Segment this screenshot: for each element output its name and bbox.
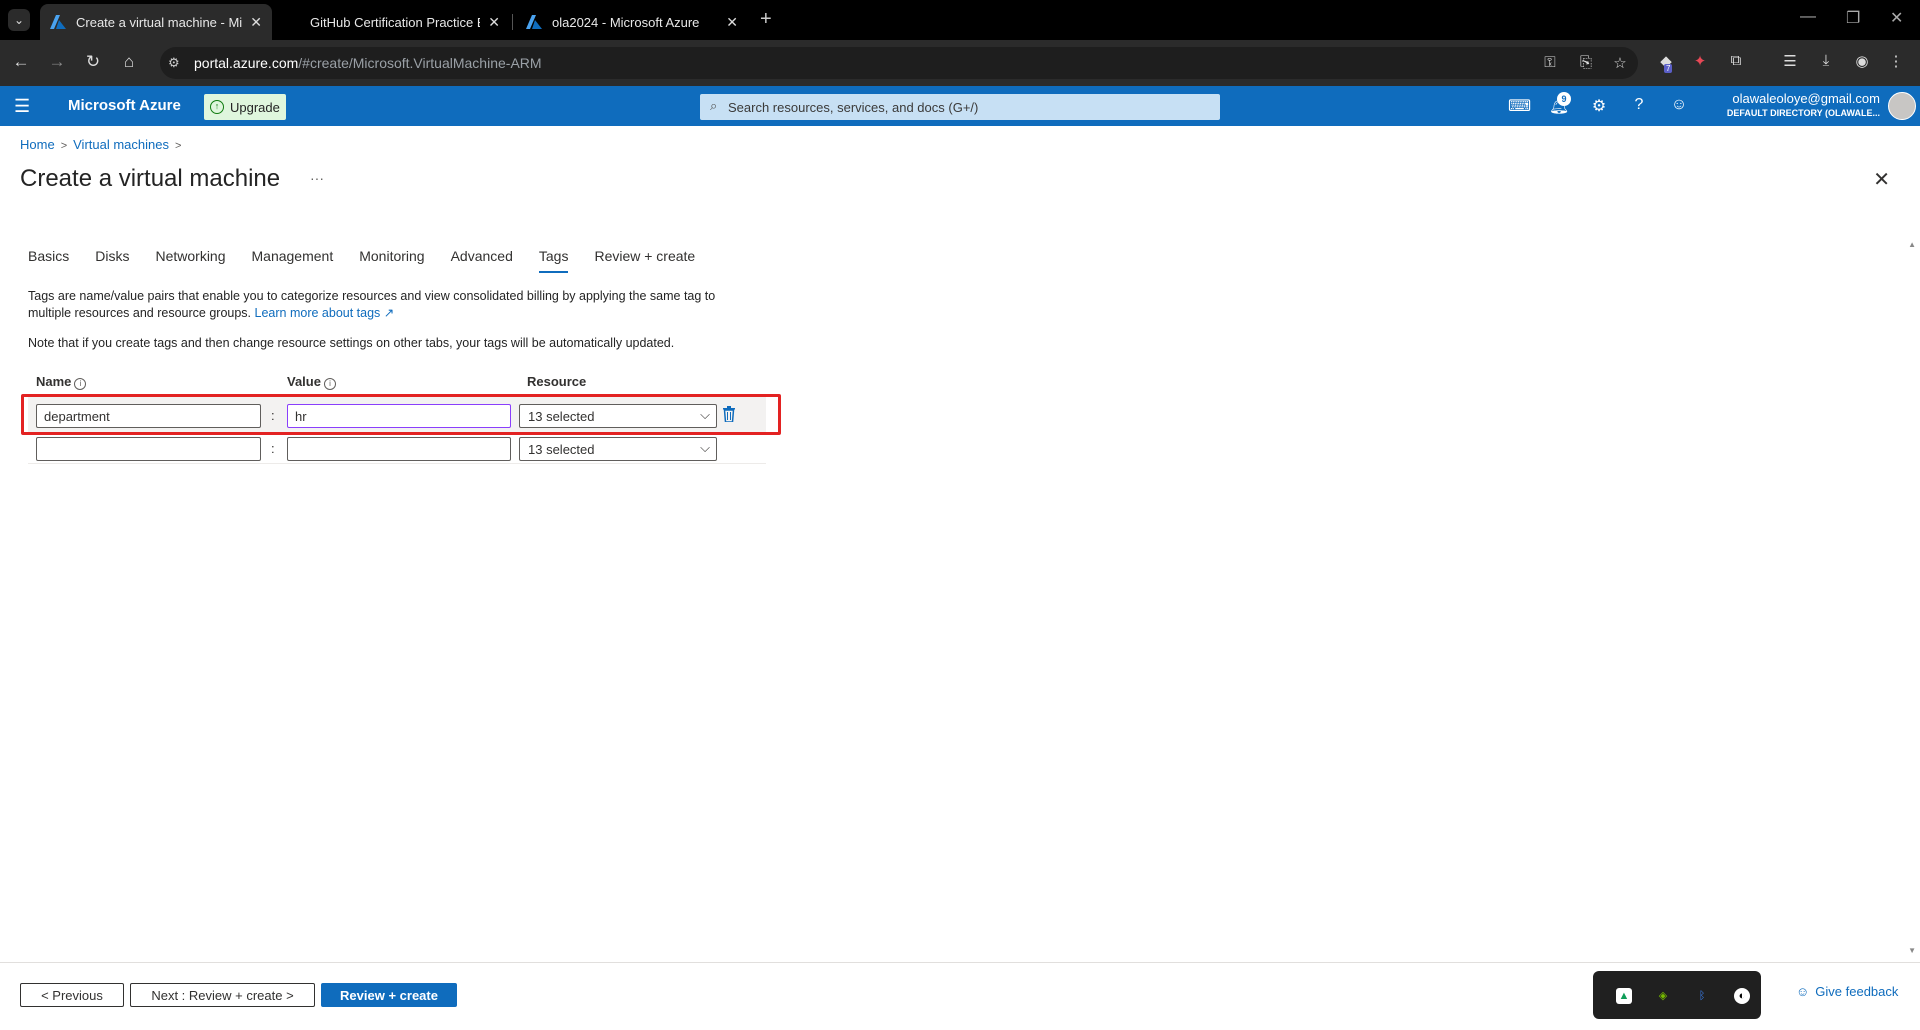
site-info-icon[interactable]: ⚙ [168, 55, 180, 71]
profile-icon[interactable]: ◉ [1852, 52, 1872, 70]
page-title: Create a virtual machine [20, 165, 281, 192]
browser-menu-icon[interactable]: ⋮ [1886, 52, 1906, 70]
bluetooth-icon[interactable]: ᛒ [1694, 988, 1710, 1004]
media-control-icon[interactable]: ☰ [1780, 52, 1800, 70]
info-icon[interactable]: i [323, 378, 336, 390]
bookmark-star-icon[interactable]: ☆ [1610, 54, 1630, 72]
global-search[interactable]: ⌕ [700, 94, 1220, 120]
close-tab-icon[interactable]: ✕ [488, 14, 500, 31]
azure-logo-icon [526, 15, 542, 29]
browser-tab-bar: ⌄ Create a virtual machine - Micro ✕ Git… [0, 0, 1920, 40]
app-tray-icon[interactable]: ◐ [1734, 988, 1750, 1004]
close-tab-icon[interactable]: ✕ [726, 14, 738, 31]
tag-name-input[interactable] [36, 437, 261, 461]
back-icon[interactable]: ← [10, 52, 32, 72]
notification-count-badge: 9 [1557, 92, 1571, 106]
tab-management[interactable]: Management [252, 248, 334, 273]
tab-title: Create a virtual machine - Micro [76, 14, 243, 30]
search-input[interactable] [728, 97, 1208, 117]
google-drive-icon[interactable]: ▲ [1616, 988, 1632, 1004]
user-email: olawaleoloye@gmail.com [1732, 91, 1880, 106]
tab-title: ola2024 - Microsoft Azure [552, 14, 700, 30]
more-options-icon[interactable]: ··· [310, 170, 324, 186]
address-bar[interactable]: ⚙ portal.azure.com/#create/Microsoft.Vir… [160, 47, 1638, 79]
tab-review-create[interactable]: Review + create [594, 248, 695, 273]
scroll-down-icon[interactable]: ▼ [1908, 946, 1916, 955]
tab-disks[interactable]: Disks [95, 248, 129, 273]
home-icon[interactable]: ⌂ [118, 52, 140, 72]
password-key-icon[interactable]: ⚿ [1540, 54, 1560, 71]
settings-gear-icon[interactable]: ⚙ [1588, 96, 1610, 116]
user-directory: DEFAULT DIRECTORY (OLAWALE... [1726, 108, 1880, 118]
new-tab-icon[interactable]: + [760, 8, 772, 31]
browser-tab-ola2024[interactable]: ola2024 - Microsoft Azure ✕ [516, 4, 748, 40]
forward-icon[interactable]: → [46, 52, 68, 72]
tags-note: Note that if you create tags and then ch… [28, 336, 675, 350]
cloud-shell-icon[interactable]: ⌨ [1508, 96, 1531, 116]
row-divider [28, 463, 766, 464]
breadcrumb: Home > Virtual machines > [20, 137, 187, 152]
url-text: portal.azure.com/#create/Microsoft.Virtu… [194, 55, 542, 71]
external-link-icon: ↗ [383, 306, 395, 320]
wizard-tabs: Basics Disks Networking Management Monit… [28, 248, 721, 273]
minimize-icon[interactable]: — [1800, 8, 1816, 26]
azure-header: ☰ Microsoft Azure ↑ Upgrade ⌕ ⌨ 🔔︎ ⚙ ? ☺… [0, 86, 1920, 126]
tab-title: GitHub Certification Practice Ex [310, 14, 481, 30]
scroll-up-icon[interactable]: ▲ [1908, 240, 1916, 249]
account-info[interactable]: olawaleoloye@gmail.com DEFAULT DIRECTORY… [1727, 91, 1880, 118]
resource-column-header: Resource [527, 374, 587, 389]
feedback-person-icon[interactable]: ☺ [1668, 96, 1690, 114]
resource-dropdown[interactable]: 13 selected ⌵ [519, 437, 717, 461]
window-close-icon[interactable]: ✕ [1890, 8, 1903, 28]
avatar[interactable] [1888, 92, 1916, 120]
system-tray-popup: ▲ ◈ ᛒ ◐ [1593, 971, 1761, 1019]
search-icon: ⌕ [710, 98, 718, 113]
restore-icon[interactable]: ❐ [1846, 8, 1860, 28]
downloads-icon[interactable]: ⤓ [1816, 52, 1836, 69]
next-review-create-button[interactable]: Next : Review + create > [130, 983, 315, 1007]
breadcrumb-virtual-machines-link[interactable]: Virtual machines [73, 137, 169, 152]
name-value-separator: : [271, 441, 275, 456]
extensions-puzzle-icon[interactable]: ⧉ [1726, 52, 1746, 69]
info-icon[interactable]: i [74, 378, 87, 390]
help-icon[interactable]: ? [1628, 96, 1650, 114]
color-extension-icon[interactable]: ✦ [1690, 52, 1710, 70]
highlight-annotation-box [21, 394, 781, 435]
browser-toolbar: ← → ↻ ⌂ ⚙ portal.azure.com/#create/Micro… [0, 40, 1920, 86]
browser-tab-github[interactable]: GitHub Certification Practice Ex ✕ [300, 4, 510, 40]
browser-tab-create-vm[interactable]: Create a virtual machine - Micro ✕ [40, 4, 272, 40]
name-column-header: Name i [36, 374, 87, 390]
breadcrumb-home-link[interactable]: Home [20, 137, 55, 152]
feedback-person-icon: ☺ [1796, 984, 1810, 999]
tab-advanced[interactable]: Advanced [451, 248, 513, 273]
tab-monitoring[interactable]: Monitoring [359, 248, 424, 273]
previous-button[interactable]: < Previous [20, 983, 124, 1007]
tab-networking[interactable]: Networking [155, 248, 225, 273]
upgrade-arrow-icon: ↑ [210, 100, 224, 114]
tab-search-icon[interactable]: ⌄ [8, 9, 30, 31]
upgrade-button[interactable]: ↑ Upgrade [204, 94, 286, 120]
chevron-down-icon: ⌵ [700, 440, 710, 455]
portal-menu-icon[interactable]: ☰ [14, 96, 30, 117]
close-blade-icon[interactable]: ✕ [1873, 167, 1890, 192]
chevron-right-icon: > [60, 140, 68, 152]
extension-badge: 7 [1664, 64, 1673, 73]
nvidia-icon[interactable]: ◈ [1655, 988, 1671, 1004]
footer-divider [0, 962, 1920, 963]
azure-logo-icon [50, 15, 66, 29]
tags-description: Tags are name/value pairs that enable yo… [28, 289, 716, 320]
tab-divider [512, 14, 513, 30]
close-tab-icon[interactable]: ✕ [250, 14, 262, 31]
tag-value-input[interactable] [287, 437, 511, 461]
give-feedback-link[interactable]: ☺ Give feedback [1796, 984, 1898, 999]
chevron-right-icon: > [175, 140, 182, 152]
review-create-button[interactable]: Review + create [321, 983, 457, 1007]
learn-more-tags-link[interactable]: Learn more about tags ↗ [255, 306, 395, 320]
tab-tags[interactable]: Tags [538, 248, 569, 273]
install-app-icon[interactable]: ⎘ [1576, 54, 1596, 71]
value-column-header: Value i [287, 374, 336, 390]
reload-icon[interactable]: ↻ [82, 52, 104, 72]
tab-basics[interactable]: Basics [28, 248, 69, 273]
azure-brand[interactable]: Microsoft Azure [68, 97, 181, 114]
